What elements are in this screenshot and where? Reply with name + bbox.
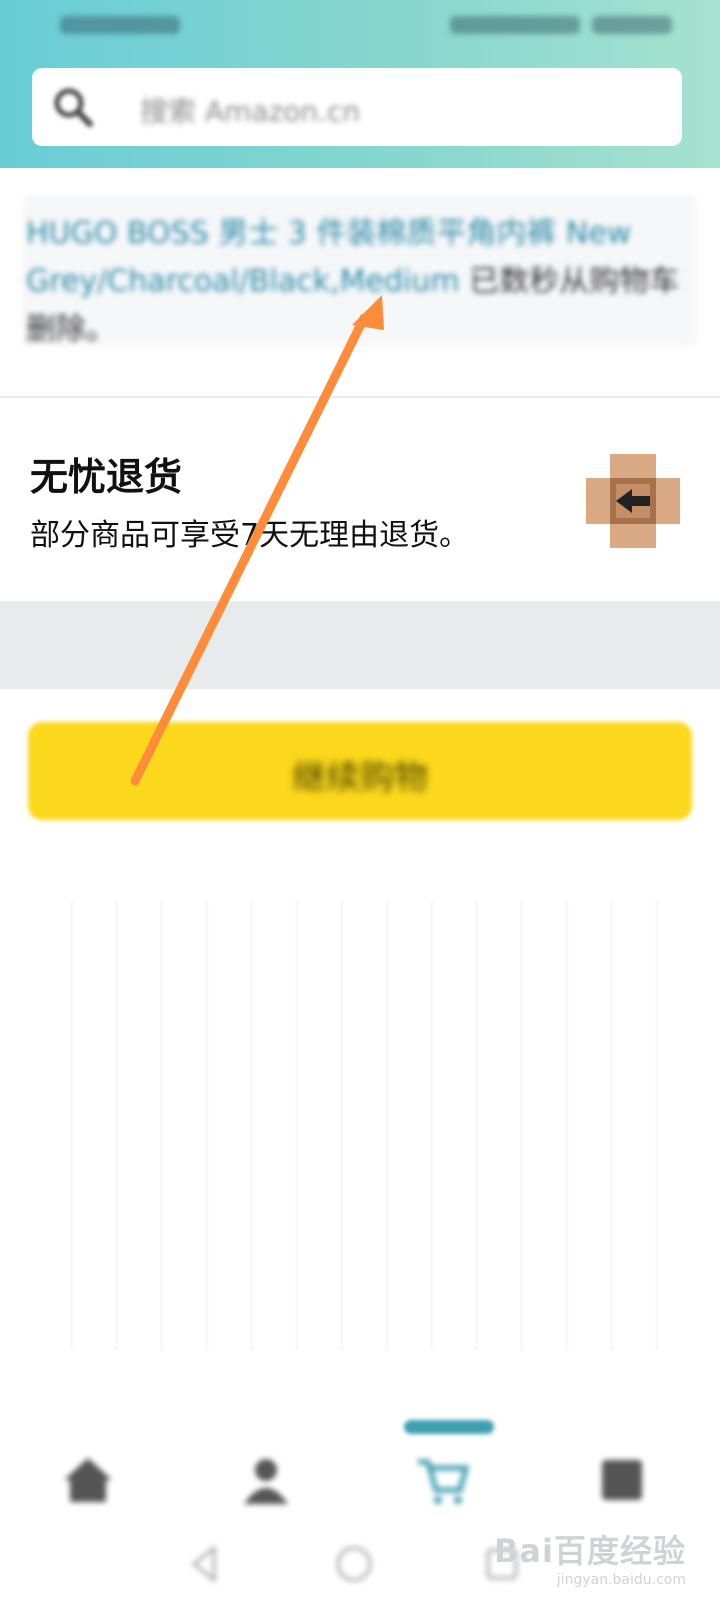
watermark: Bai百度经验 jingyan.baidu.com [494, 1526, 686, 1588]
watermark-url: jingyan.baidu.com [556, 1572, 686, 1588]
cart-icon[interactable] [412, 1450, 472, 1510]
removed-item-notice: HUGO BOSS 男士 3 件装棉质平角内裤 New Grey/Charcoa… [22, 196, 698, 347]
menu-icon[interactable] [592, 1450, 652, 1510]
section-separator [0, 601, 720, 689]
watermark-logo: Bai百度经验 [494, 1532, 686, 1570]
search-input[interactable]: 搜索 Amazon.cn [32, 68, 682, 146]
returns-title: 无忧退货 [30, 455, 183, 499]
back-icon[interactable] [184, 1542, 228, 1586]
signal-icon [60, 16, 180, 34]
active-tab-indicator [404, 1420, 494, 1434]
home-icon[interactable] [58, 1450, 118, 1510]
returns-description: 部分商品可享受7天无理由退货。 [30, 518, 470, 553]
search-placeholder: 搜索 Amazon.cn [140, 95, 361, 128]
header: 搜索 Amazon.cn [0, 0, 720, 168]
divider [0, 396, 720, 398]
search-icon[interactable] [52, 86, 94, 128]
box-return-icon [586, 454, 680, 548]
status-icons [450, 16, 580, 34]
status-bar [0, 0, 720, 50]
continue-shopping-button[interactable]: 继续购物 [28, 722, 692, 820]
clock [592, 16, 672, 34]
notice-text: HUGO BOSS 男士 3 件装棉质平角内裤 New Grey/Charcoa… [26, 210, 698, 354]
home-circle-icon[interactable] [332, 1542, 376, 1586]
recommendations-placeholder [30, 900, 690, 1350]
bottom-tab-bar [0, 1420, 720, 1530]
account-icon[interactable] [236, 1450, 296, 1510]
continue-shopping-label: 继续购物 [292, 759, 428, 797]
